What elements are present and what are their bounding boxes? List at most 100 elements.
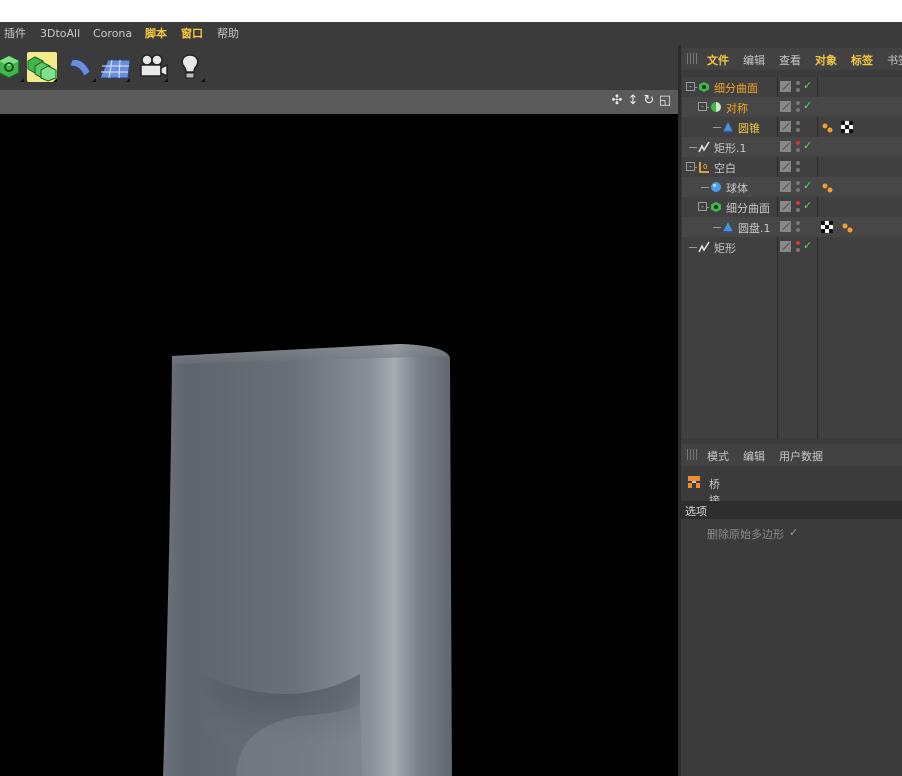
tree-line <box>689 147 697 148</box>
object-name[interactable]: 圆盘.1 <box>738 220 771 236</box>
editor-render-visibility-icon[interactable] <box>796 160 800 174</box>
collapse-toggle-icon[interactable]: - <box>686 162 695 171</box>
floor-plane-button[interactable] <box>100 52 130 82</box>
editor-render-visibility-icon[interactable] <box>796 200 800 214</box>
phong-tag-icon[interactable] <box>841 221 853 233</box>
camera-button[interactable] <box>138 52 168 82</box>
menu-script[interactable]: 脚本 <box>145 27 167 41</box>
object-row[interactable]: 矩形.1 ✓ <box>682 137 902 157</box>
subdivision-cube-button[interactable] <box>0 52 24 82</box>
om-menu-view[interactable]: 查看 <box>779 52 801 68</box>
om-menu-tags[interactable]: 标签 <box>851 52 873 68</box>
menu-help[interactable]: 帮助 <box>217 27 239 41</box>
object-row[interactable]: 圆盘.1 <box>682 217 902 237</box>
bend-deformer-button[interactable] <box>66 52 96 82</box>
editor-render-visibility-icon[interactable] <box>796 240 800 254</box>
checker-tag-icon[interactable] <box>841 121 853 133</box>
attribute-manager: 模式 编辑 用户数据 桥接 选项 删除原始多边形 ✓ <box>681 441 902 776</box>
delete-original-polygons-label: 删除原始多边形 <box>707 528 784 541</box>
attribute-manager-menubar: 模式 编辑 用户数据 <box>681 444 902 466</box>
section-label: 选项 <box>685 505 707 518</box>
panel-grip-icon[interactable] <box>687 53 699 64</box>
spline-icon <box>698 241 710 253</box>
object-name[interactable]: 细分曲面 <box>726 200 770 216</box>
collapse-toggle-icon[interactable]: - <box>698 202 707 211</box>
om-menu-edit[interactable]: 编辑 <box>743 52 765 68</box>
zoom-view-icon[interactable]: ↕ <box>626 94 640 108</box>
tree-line <box>713 127 721 128</box>
layer-visibility-icon[interactable] <box>780 141 791 152</box>
checker-tag-icon[interactable] <box>821 221 833 233</box>
object-row[interactable]: - 细分曲面 ✓ <box>682 197 902 217</box>
object-manager: 文件 编辑 查看 对象 标签 书签 -细分曲面✓-对称✓圆锥矩形.1✓-0空白球… <box>681 45 902 439</box>
object-name[interactable]: 矩形 <box>714 240 736 256</box>
object-name[interactable]: 细分曲面 <box>714 80 758 96</box>
object-row[interactable]: -0 空白 <box>682 157 902 177</box>
layer-visibility-icon[interactable] <box>780 221 791 232</box>
am-menu-edit[interactable]: 编辑 <box>743 448 765 464</box>
tree-line <box>689 247 697 248</box>
layer-visibility-icon[interactable] <box>780 241 791 252</box>
layer-visibility-icon[interactable] <box>780 181 791 192</box>
move-view-icon[interactable]: ✣ <box>610 94 624 108</box>
enabled-check-icon[interactable]: ✓ <box>803 199 812 212</box>
object-name[interactable]: 矩形.1 <box>714 140 747 156</box>
expand-triangle-icon <box>126 78 130 82</box>
om-menu-file[interactable]: 文件 <box>707 52 729 68</box>
menu-window[interactable]: 窗口 <box>181 27 203 41</box>
menu-3dtoall[interactable]: 3DtoAll <box>40 27 80 41</box>
editor-render-visibility-icon[interactable] <box>796 100 800 114</box>
object-name[interactable]: 圆锥 <box>738 120 760 136</box>
editor-render-visibility-icon[interactable] <box>796 220 800 234</box>
expand-triangle-icon <box>201 78 205 82</box>
3d-viewport[interactable] <box>0 114 678 776</box>
menu-plugins[interactable]: 插件 <box>4 27 26 41</box>
object-list: - 细分曲面 ✓ - 对称 ✓ 圆锥 矩形.1 ✓ -0 空白 球体 ✓ - 细分曲面 ✓ 圆盘.1 矩形 ✓ <box>682 77 902 439</box>
maximize-view-icon[interactable]: ◱ <box>658 94 672 108</box>
object-name[interactable]: 球体 <box>726 180 748 196</box>
layer-visibility-icon[interactable] <box>780 81 791 92</box>
phong-tag-icon[interactable] <box>821 181 833 193</box>
phong-tag-icon[interactable] <box>821 121 833 133</box>
menu-corona[interactable]: Corona <box>93 27 132 41</box>
om-menu-object[interactable]: 对象 <box>815 52 837 68</box>
collapse-toggle-icon[interactable]: - <box>686 82 695 91</box>
cinema4d-window: 插件 3DtoAll Corona 脚本 窗口 帮助 ✣ ↕ ↻ ◱ 文件 编辑… <box>0 22 902 776</box>
object-row[interactable]: 圆锥 <box>682 117 902 137</box>
section-header-options[interactable]: 选项 <box>681 501 902 519</box>
am-menu-userdata[interactable]: 用户数据 <box>779 448 823 464</box>
object-name[interactable]: 空白 <box>714 160 736 176</box>
object-row[interactable]: 球体 ✓ <box>682 177 902 197</box>
enabled-check-icon[interactable]: ✓ <box>803 99 812 112</box>
delete-original-polygons-checkbox[interactable]: ✓ <box>789 526 798 539</box>
enabled-check-icon[interactable]: ✓ <box>803 139 812 152</box>
editor-render-visibility-icon[interactable] <box>796 120 800 134</box>
light-button[interactable] <box>175 52 205 82</box>
disc-icon <box>722 221 734 233</box>
editor-render-visibility-icon[interactable] <box>796 180 800 194</box>
layer-visibility-icon[interactable] <box>780 161 791 172</box>
panel-grip-icon[interactable] <box>687 449 699 460</box>
object-row[interactable]: 矩形 ✓ <box>682 237 902 257</box>
enabled-check-icon[interactable]: ✓ <box>803 79 812 92</box>
subdivision-surface-icon <box>698 81 710 93</box>
am-menu-mode[interactable]: 模式 <box>707 448 729 464</box>
object-name[interactable]: 对称 <box>726 100 748 116</box>
rotate-view-icon[interactable]: ↻ <box>642 94 656 108</box>
editor-render-visibility-icon[interactable] <box>796 80 800 94</box>
layer-visibility-icon[interactable] <box>780 101 791 112</box>
object-manager-menubar: 文件 编辑 查看 对象 标签 书签 <box>681 48 902 70</box>
editor-render-visibility-icon[interactable] <box>796 140 800 154</box>
spline-icon <box>698 141 710 153</box>
enabled-check-icon[interactable]: ✓ <box>803 239 812 252</box>
object-row[interactable]: - 对称 ✓ <box>682 97 902 117</box>
enabled-check-icon[interactable]: ✓ <box>803 179 812 192</box>
object-row[interactable]: - 细分曲面 ✓ <box>682 77 902 97</box>
null-icon: 0 <box>698 161 710 173</box>
layer-visibility-icon[interactable] <box>780 121 791 132</box>
array-cubes-button[interactable] <box>27 52 57 82</box>
layer-visibility-icon[interactable] <box>780 201 791 212</box>
collapse-toggle-icon[interactable]: - <box>698 102 707 111</box>
om-menu-bookmarks[interactable]: 书签 <box>887 52 902 68</box>
rendered-object <box>163 344 452 776</box>
